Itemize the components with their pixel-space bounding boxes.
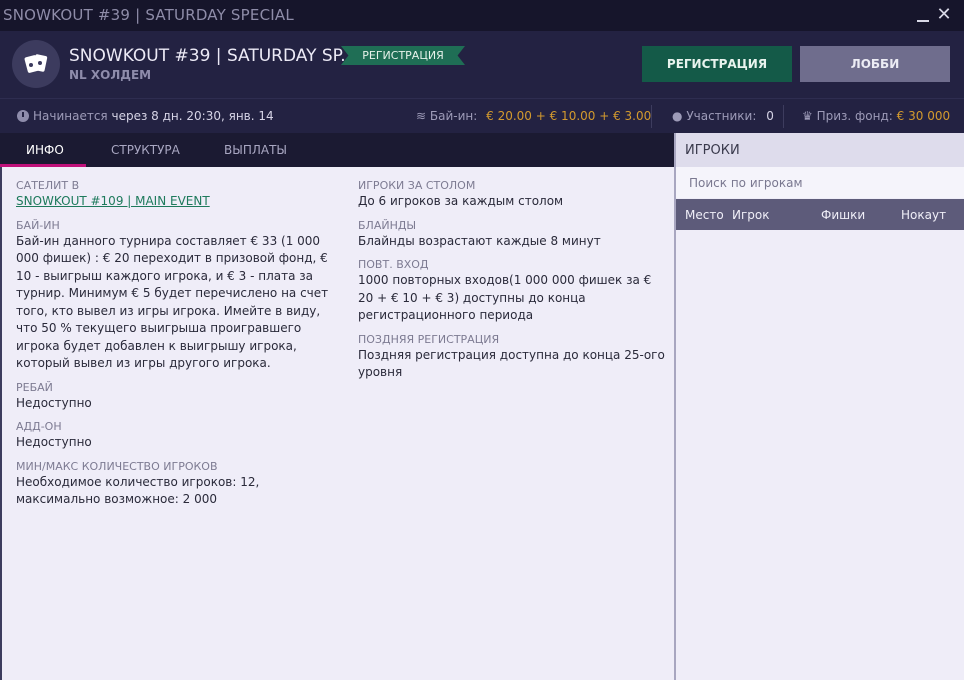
column-chips[interactable]: Фишки	[821, 208, 865, 222]
starts-label: Начинается	[33, 109, 108, 123]
players-per-table-value: До 6 игроков за каждым столом	[358, 194, 564, 208]
buyin-info: ≋ Бай-ин: € 20.00 + € 10.00 + € 3.00	[416, 109, 651, 123]
info-column-left: САТЕЛИТ В SNOWKOUT #109 | MAIN EVENT БАЙ…	[16, 179, 334, 517]
close-icon[interactable]: ✕	[934, 4, 954, 26]
players-title: ИГРОКИ	[676, 133, 964, 167]
prize-info: ♛ Приз. фонд: € 30 000	[802, 109, 950, 123]
late-registration-value: Поздняя регистрация доступна до конца 25…	[358, 347, 665, 380]
min-max-players-label: МИН/МАКС КОЛИЧЕСТВО ИГРОКОВ	[16, 459, 218, 473]
prize-label: Приз. фонд:	[816, 109, 893, 123]
tournament-header: SNOWKOUT #39 | SATURDAY SP... NL ХОЛДЕМ …	[0, 31, 964, 98]
trophy-icon: ♛	[802, 109, 813, 123]
reentry-label: ПОВТ. ВХОД	[358, 258, 429, 271]
divider	[783, 105, 784, 128]
blinds-value: Блайнды возрастают каждые 8 минут	[358, 233, 601, 248]
min-max-players-value: Необходимое количество игроков: 12, макс…	[16, 474, 260, 507]
players-panel: ИГРОКИ Место Игрок Фишки Нокаут	[674, 133, 964, 680]
satellite-link[interactable]: SNOWKOUT #109 | MAIN EVENT	[16, 193, 334, 211]
addon-value: Недоступно	[16, 435, 92, 449]
info-column-right: ИГРОКИ ЗА СТОЛОМ До 6 игроков за каждым …	[358, 179, 668, 390]
buyin-label: Бай-ин:	[429, 109, 478, 123]
rebuy-label: РЕБАЙ	[16, 380, 53, 394]
lobby-button[interactable]: ЛОББИ	[800, 46, 950, 82]
cards-icon	[12, 40, 60, 88]
tournament-info-bar: Начинается через 8 дн. 20:30, янв. 14 ≋ …	[0, 98, 964, 133]
reentry-value: 1000 повторных входов(1 000 000 фишек за…	[358, 273, 652, 322]
status-badge: РЕГИСТРАЦИЯ	[341, 46, 465, 65]
buyin-description: Бай-ин данного турнира составляет € 33 (…	[16, 233, 329, 371]
user-icon: ●	[672, 109, 683, 123]
column-place[interactable]: Место	[685, 208, 724, 222]
starts-time: 20:30, янв. 14	[186, 109, 274, 123]
tab-info[interactable]: ИНФО	[26, 143, 64, 157]
column-knockout[interactable]: Нокаут	[901, 208, 946, 222]
participants-value: 0	[766, 109, 774, 123]
info-panel: САТЕЛИТ В SNOWKOUT #109 | MAIN EVENT БАЙ…	[0, 167, 674, 680]
tab-payouts[interactable]: ВЫПЛАТЫ	[224, 143, 287, 157]
players-table-header: Место Игрок Фишки Нокаут	[676, 199, 964, 230]
rebuy-value: Недоступно	[16, 395, 92, 410]
tournament-title: SNOWKOUT #39 | SATURDAY SP...	[69, 46, 357, 66]
buyin-value: € 20.00 + € 10.00 + € 3.00	[486, 109, 652, 123]
late-registration-label: ПОЗДНЯЯ РЕГИСТРАЦИЯ	[358, 332, 500, 346]
prize-value: € 30 000	[896, 109, 951, 123]
participants-info: ● Участники: 0	[672, 109, 774, 123]
blinds-label: БЛАЙНДЫ	[358, 218, 417, 232]
tab-structure[interactable]: СТРУКТУРА	[111, 143, 180, 157]
players-per-table-label: ИГРОКИ ЗА СТОЛОМ	[358, 179, 476, 192]
column-player[interactable]: Игрок	[732, 208, 770, 222]
start-time: Начинается через 8 дн. 20:30, янв. 14	[17, 109, 274, 123]
clock-icon	[17, 110, 29, 122]
coins-icon: ≋	[416, 109, 427, 123]
register-button[interactable]: РЕГИСТРАЦИЯ	[642, 46, 792, 82]
player-search-input[interactable]	[676, 167, 964, 198]
minimize-icon[interactable]	[913, 4, 933, 26]
game-type: NL ХОЛДЕМ	[69, 68, 152, 82]
divider	[651, 105, 652, 128]
title-bar: SNOWKOUT #39 | SATURDAY SPECIAL ✕	[0, 0, 964, 31]
addon-label: АДД-ОН	[16, 420, 62, 433]
participants-label: Участники:	[686, 109, 757, 123]
tab-bar: ИНФО СТРУКТУРА ВЫПЛАТЫ	[0, 133, 674, 167]
window-title: SNOWKOUT #39 | SATURDAY SPECIAL	[3, 6, 294, 24]
starts-value: через 8 дн.	[111, 109, 183, 123]
satellite-label: САТЕЛИТ В	[16, 179, 80, 192]
buyin-section-label: БАЙ-ИН	[16, 218, 60, 232]
